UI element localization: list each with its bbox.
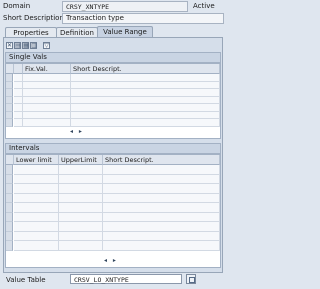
table-cell[interactable]	[14, 241, 59, 251]
value-table-label: Value Table	[6, 276, 46, 284]
intervals-table: Lower limit UpperLimit Short Descript. ◂…	[5, 154, 221, 268]
table-cell[interactable]	[103, 231, 220, 241]
table-cell[interactable]	[14, 222, 59, 232]
table-cell[interactable]	[14, 212, 59, 222]
single-vals-table: Fix.Val. Short Descript. ◂ ▸	[5, 63, 221, 139]
value-table-value: CRSV_LO_XNTYPE	[74, 276, 129, 284]
intervals-scroll[interactable]: ◂ ▸	[104, 257, 118, 265]
row-selector[interactable]	[6, 104, 13, 112]
row-selector[interactable]	[6, 203, 13, 213]
table-cell[interactable]	[23, 119, 71, 127]
column-header-row-number	[14, 64, 23, 74]
domain-name-field[interactable]: CRSY_XNTYPE	[62, 1, 188, 12]
row-selector[interactable]	[6, 111, 13, 119]
table-cell[interactable]	[14, 89, 23, 97]
table-cell[interactable]	[14, 74, 23, 82]
tab-properties-label: Properties	[13, 29, 49, 37]
short-description-label: Short Description	[3, 14, 64, 22]
table-cell[interactable]	[14, 203, 59, 213]
domain-label: Domain	[3, 2, 31, 10]
navigate-icon	[189, 277, 195, 283]
value-table-navigate-button[interactable]	[186, 274, 196, 284]
intervals-title: Intervals	[5, 143, 221, 154]
table-cell[interactable]	[59, 165, 103, 175]
table-cell[interactable]	[23, 74, 71, 82]
select-all-icon[interactable]: ✕	[6, 42, 13, 49]
table-cell[interactable]	[103, 165, 220, 175]
table-cell[interactable]	[103, 241, 220, 251]
table-cell[interactable]	[14, 231, 59, 241]
table-cell[interactable]	[14, 165, 59, 175]
status-text: Active	[193, 2, 215, 10]
table-cell[interactable]	[59, 193, 103, 203]
column-header-upper-limit[interactable]: UpperLimit	[59, 155, 103, 165]
value-table-input[interactable]: CRSV_LO_XNTYPE	[70, 274, 182, 284]
table-cell[interactable]	[23, 89, 71, 97]
insert-row-icon[interactable]: ▥	[30, 42, 37, 49]
table-cell[interactable]	[71, 74, 220, 82]
row-selector[interactable]	[6, 89, 13, 97]
table-cell[interactable]	[103, 222, 220, 232]
table-cell[interactable]	[23, 111, 71, 119]
single-vals-scroll[interactable]: ◂ ▸	[70, 128, 84, 136]
table-cell[interactable]	[14, 184, 59, 194]
row-selector[interactable]	[6, 184, 13, 194]
filter-icon[interactable]: ▽	[43, 42, 50, 49]
table-cell[interactable]	[23, 96, 71, 104]
toolbar: ✕ ▤ ▦ ▥ ▽	[6, 41, 86, 50]
column-header-selector[interactable]	[6, 155, 14, 165]
row-selector[interactable]	[6, 119, 13, 127]
table-cell[interactable]	[71, 96, 220, 104]
domain-name-value: CRSY_XNTYPE	[66, 3, 110, 11]
short-description-field[interactable]: Transaction type	[62, 13, 224, 24]
table-cell[interactable]	[14, 193, 59, 203]
table-cell[interactable]	[14, 104, 23, 112]
table-cell[interactable]	[59, 231, 103, 241]
row-selector[interactable]	[6, 174, 13, 184]
column-header-short-descript[interactable]: Short Descript.	[71, 64, 220, 74]
table-cell[interactable]	[14, 96, 23, 104]
column-header-selector[interactable]	[6, 64, 14, 74]
table-cell[interactable]	[103, 174, 220, 184]
table-cell[interactable]	[71, 104, 220, 112]
table-cell[interactable]	[103, 212, 220, 222]
row-selector[interactable]	[6, 81, 13, 89]
table-cell[interactable]	[23, 104, 71, 112]
row-selector[interactable]	[6, 222, 13, 232]
table-cell[interactable]	[59, 174, 103, 184]
column-header-fix-val[interactable]: Fix.Val.	[23, 64, 71, 74]
single-vals-title: Single Vals	[5, 52, 221, 63]
table-cell[interactable]	[23, 81, 71, 89]
table-cell[interactable]	[103, 184, 220, 194]
table-cell[interactable]	[103, 203, 220, 213]
table-cell[interactable]	[71, 111, 220, 119]
table-cell[interactable]	[59, 203, 103, 213]
tab-definition-label: Definition	[60, 29, 94, 37]
table-cell[interactable]	[59, 184, 103, 194]
column-header-short-descript[interactable]: Short Descript.	[103, 155, 220, 165]
row-selector[interactable]	[6, 241, 13, 251]
column-header-lower-limit[interactable]: Lower limit	[14, 155, 59, 165]
copy-icon[interactable]: ▤	[14, 42, 21, 49]
row-selector[interactable]	[6, 74, 13, 82]
table-cell[interactable]	[59, 212, 103, 222]
row-selector[interactable]	[6, 231, 13, 241]
table-cell[interactable]	[14, 81, 23, 89]
tab-value-range-label: Value Range	[103, 28, 147, 36]
table-cell[interactable]	[103, 193, 220, 203]
row-selector[interactable]	[6, 212, 13, 222]
table-cell[interactable]	[71, 119, 220, 127]
table-cell[interactable]	[59, 222, 103, 232]
row-selector[interactable]	[6, 193, 13, 203]
table-cell[interactable]	[14, 174, 59, 184]
row-selector[interactable]	[6, 165, 13, 175]
table-cell[interactable]	[71, 89, 220, 97]
short-description-value: Transaction type	[66, 14, 124, 22]
table-cell[interactable]	[71, 81, 220, 89]
row-selector[interactable]	[6, 96, 13, 104]
paste-icon[interactable]: ▦	[22, 42, 29, 49]
table-cell[interactable]	[14, 119, 23, 127]
table-cell[interactable]	[14, 111, 23, 119]
table-cell[interactable]	[59, 241, 103, 251]
